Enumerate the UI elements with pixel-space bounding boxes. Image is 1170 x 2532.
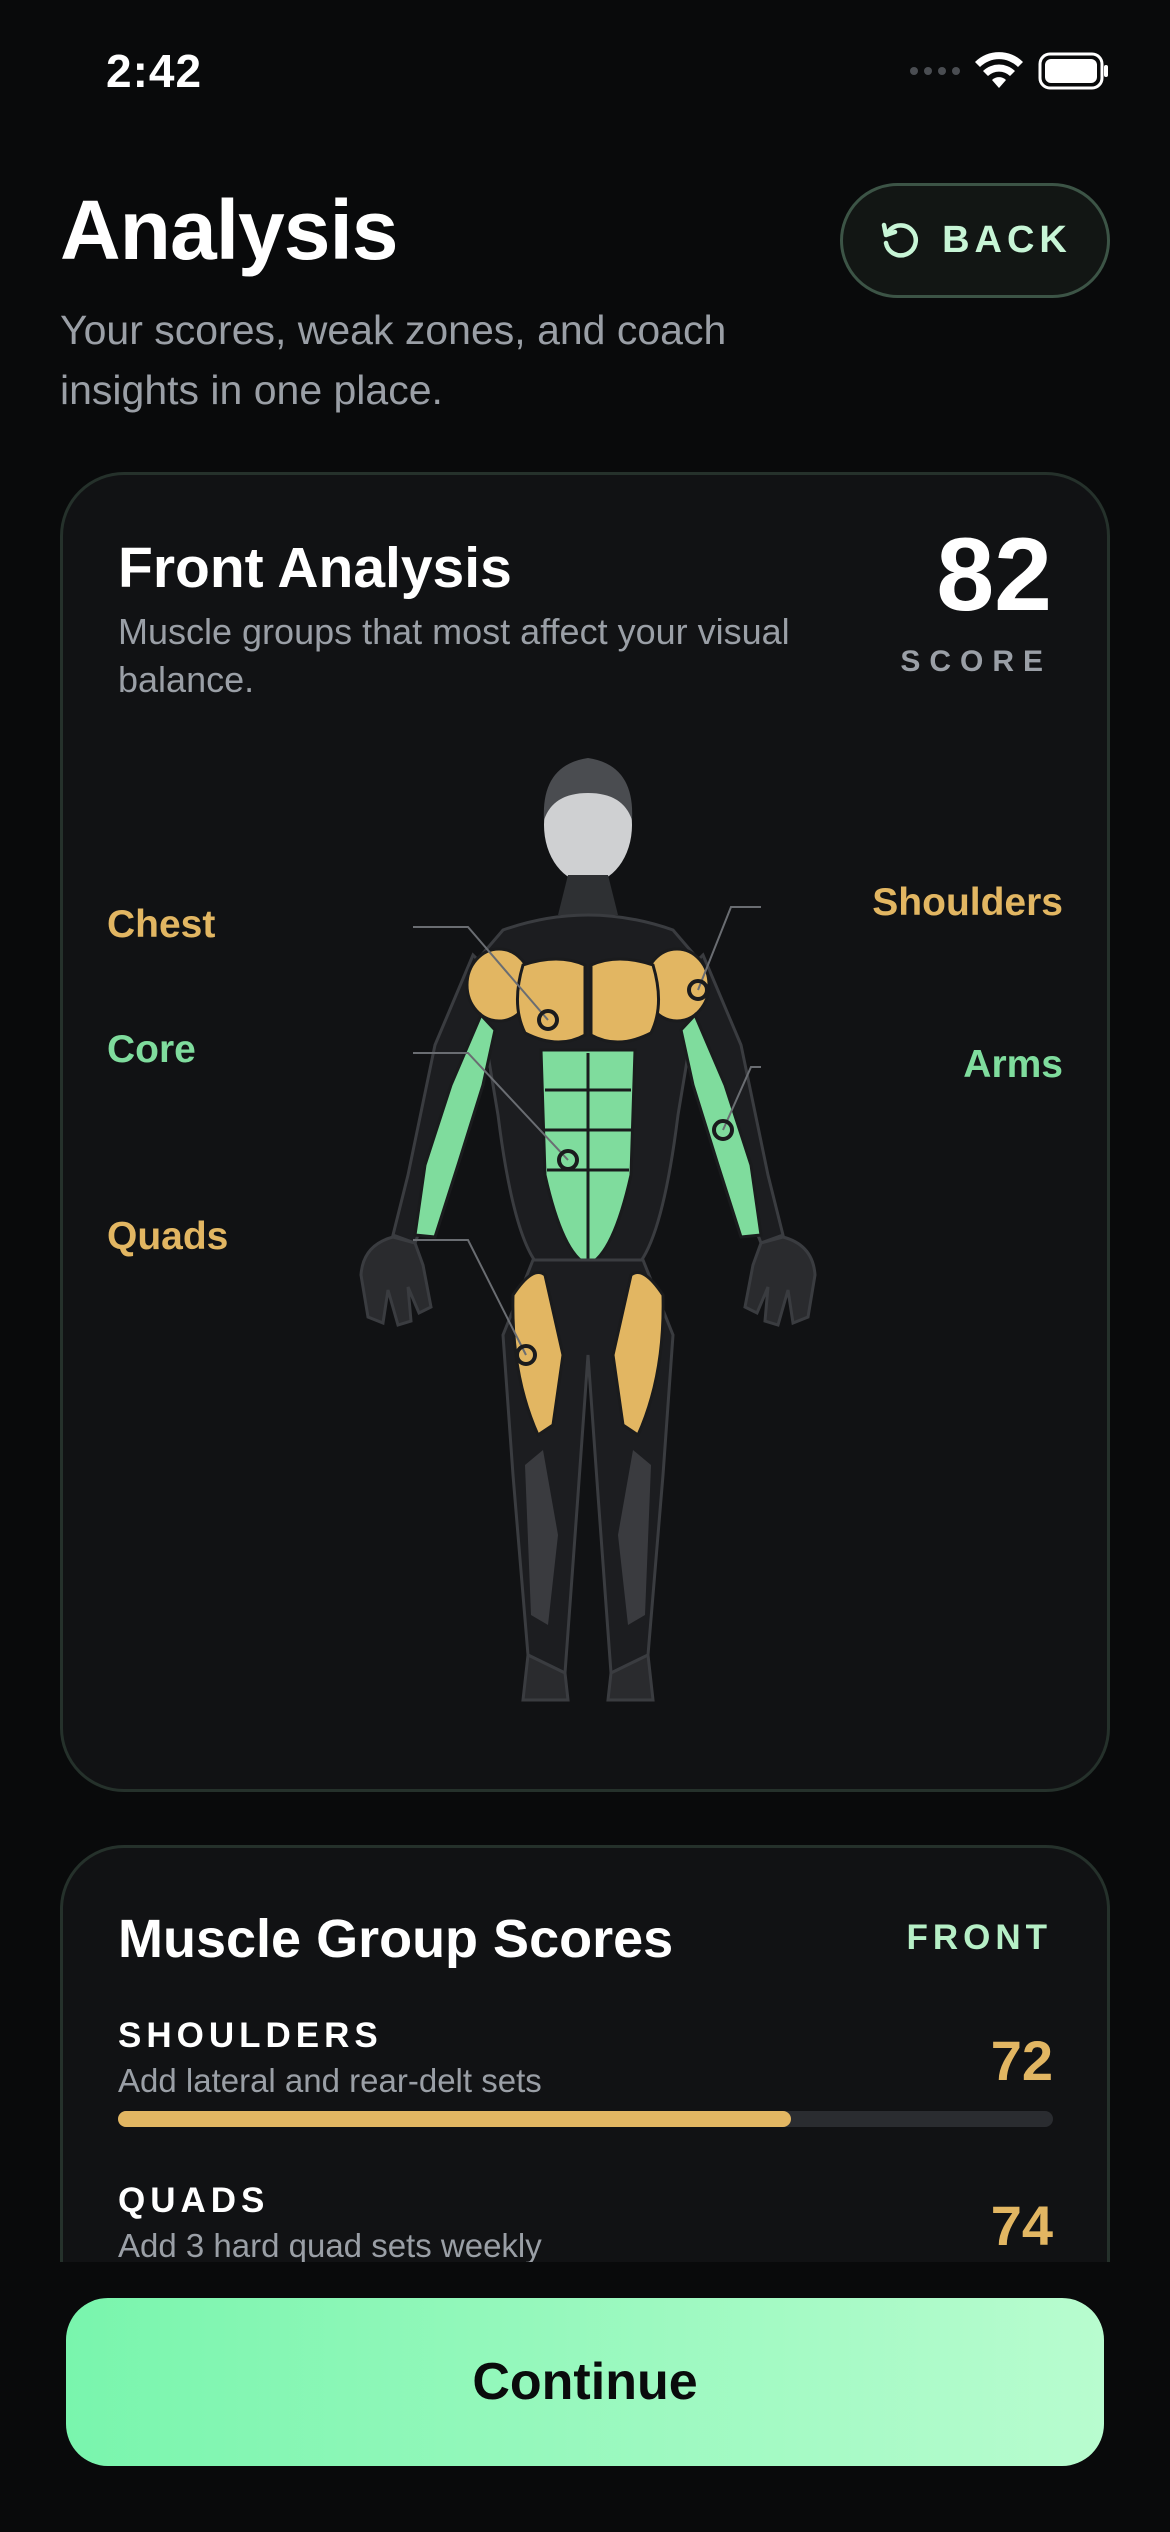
score-row-name: SHOULDERS <box>118 2016 383 2055</box>
scores-view-tag: FRONT <box>906 1918 1052 1957</box>
zone-label-quads: Quads <box>107 1215 229 1258</box>
score-row-shoulders[interactable]: SHOULDERS Add lateral and rear-delt sets… <box>118 2016 1053 2136</box>
page-subtitle: Your scores, weak zones, and coach insig… <box>60 307 727 413</box>
cellular-signal-icon <box>910 67 960 75</box>
score-row-value: 72 <box>990 2029 1053 2092</box>
status-icons <box>910 52 1110 90</box>
head-icon <box>543 758 633 883</box>
analysis-screen: 2:42 Analysis Your scores, weak zones, a… <box>0 0 1170 2532</box>
undo-icon <box>881 222 919 258</box>
continue-button[interactable]: Continue <box>66 2298 1104 2466</box>
score-row-tip: Add lateral and rear-delt sets <box>118 2062 542 2099</box>
battery-icon <box>1038 52 1108 90</box>
front-analysis-card: Front Analysis Muscle groups that most a… <box>60 472 1110 1792</box>
muscle-body-diagram <box>359 758 817 1702</box>
back-button[interactable]: BACK <box>840 183 1110 298</box>
score-row-name: QUADS <box>118 2181 270 2220</box>
score-progress-track <box>118 2111 1053 2127</box>
back-button-label: BACK <box>942 219 1072 261</box>
zone-label-shoulders: Shoulders <box>872 881 1063 924</box>
score-row-tip: Add 3 hard quad sets weekly <box>118 2227 542 2264</box>
score-progress-fill <box>118 2111 792 2127</box>
zone-label-chest: Chest <box>107 903 216 946</box>
score-row-value: 74 <box>990 2194 1053 2257</box>
page-title: Analysis <box>60 183 399 277</box>
status-time: 2:42 <box>106 45 203 97</box>
zone-label-core: Core <box>107 1028 196 1071</box>
zone-label-arms: Arms <box>963 1043 1063 1086</box>
wifi-icon <box>975 52 1023 88</box>
scores-title: Muscle Group Scores <box>118 1909 674 1969</box>
